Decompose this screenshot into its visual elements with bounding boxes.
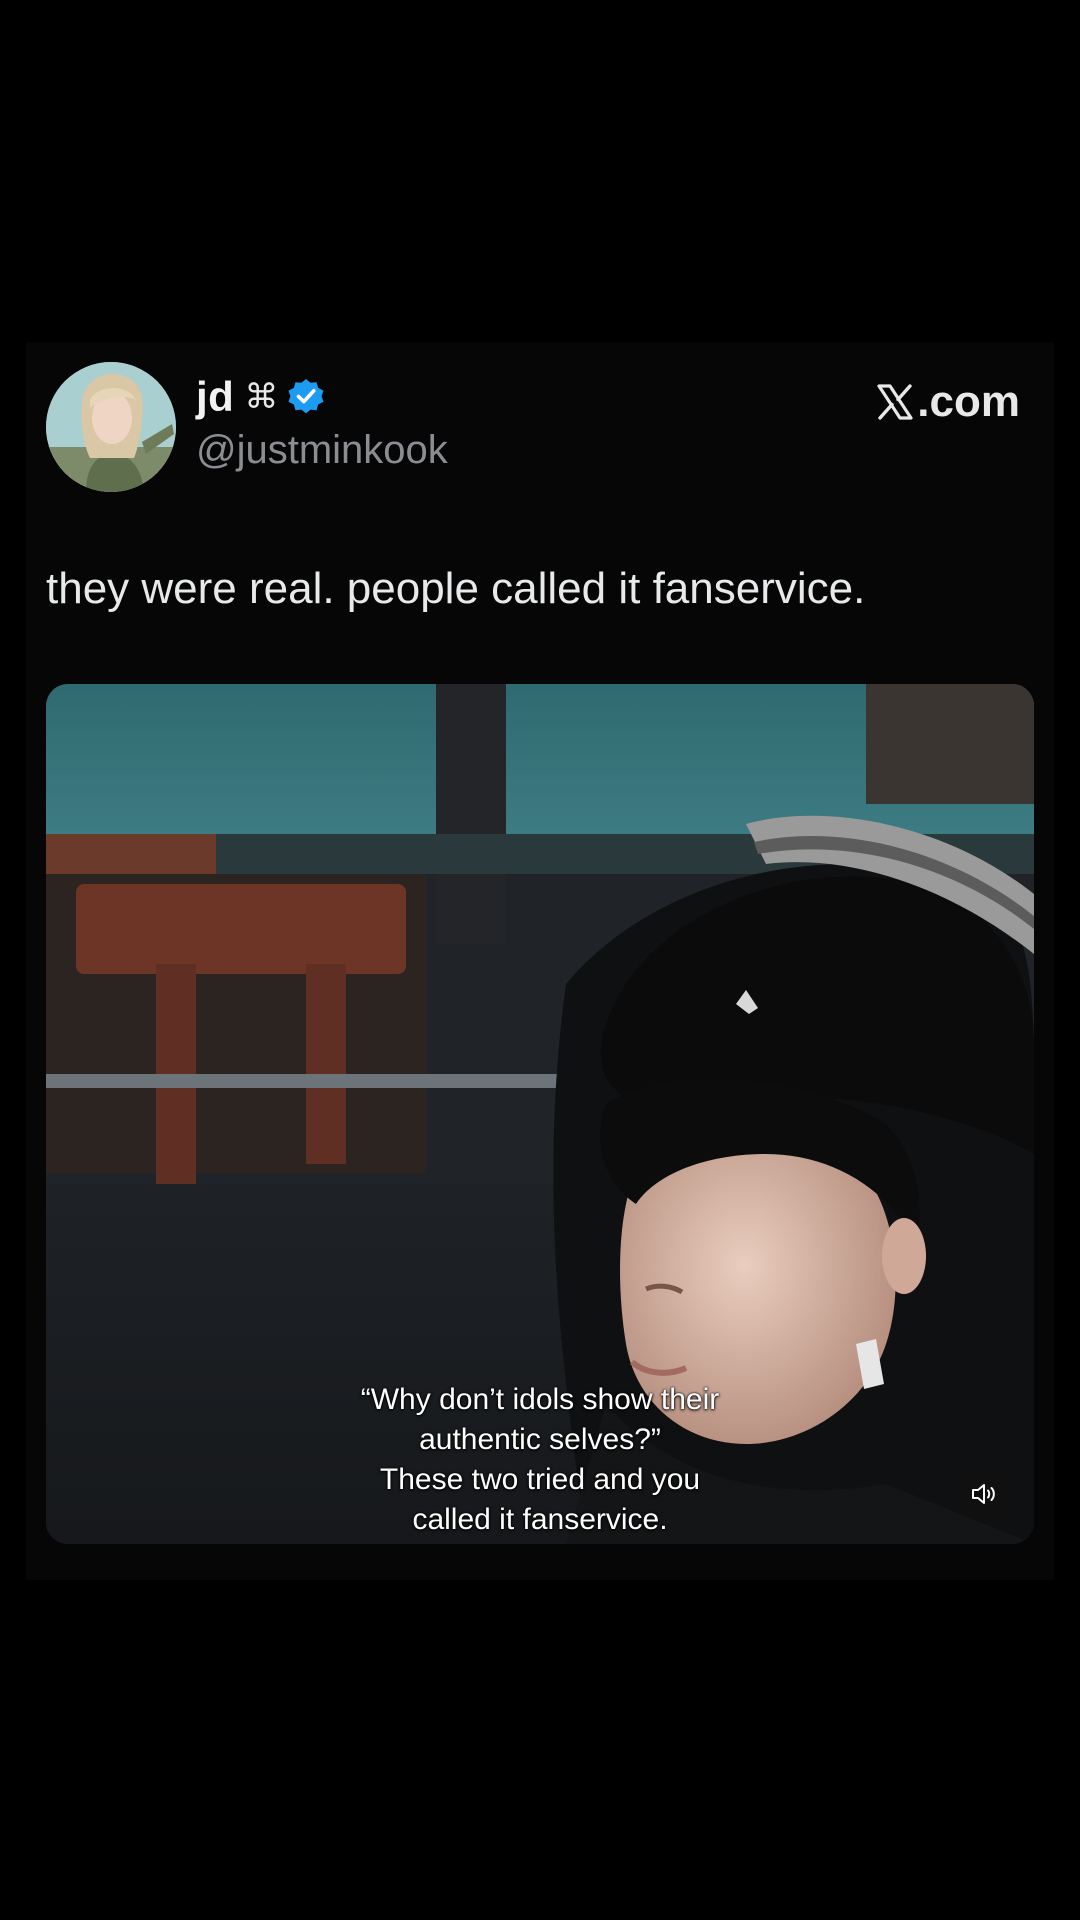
- display-name[interactable]: jd: [196, 373, 234, 421]
- post-card[interactable]: jd ⌘ @justminkook .com they were real. p…: [26, 342, 1054, 1580]
- x-logo-icon: [875, 382, 915, 422]
- subtitle-line: authentic selves?”: [419, 1423, 661, 1456]
- mute-toggle-button[interactable]: [956, 1466, 1012, 1522]
- speaker-icon: [972, 1484, 995, 1504]
- avatar-image: [46, 362, 176, 492]
- verified-badge-icon: [286, 377, 326, 417]
- subtitle-line: These two tried and you: [379, 1463, 701, 1496]
- user-handle[interactable]: @justminkook: [196, 428, 448, 473]
- video-player[interactable]: “Why don’t idols show their authentic se…: [46, 684, 1034, 1544]
- video-subtitle: “Why don’t idols show their authentic se…: [46, 1380, 1034, 1540]
- subtitle-line: called it fanservice.: [412, 1503, 668, 1536]
- brand-text: .com: [917, 377, 1020, 426]
- subtitle-line: “Why don’t idols show their: [360, 1383, 720, 1416]
- name-row: jd ⌘: [196, 372, 326, 422]
- post-text: they were real. people called it fanserv…: [46, 564, 866, 613]
- brand-label: .com: [875, 372, 1020, 432]
- avatar[interactable]: [46, 362, 176, 492]
- name-symbol: ⌘: [244, 377, 279, 417]
